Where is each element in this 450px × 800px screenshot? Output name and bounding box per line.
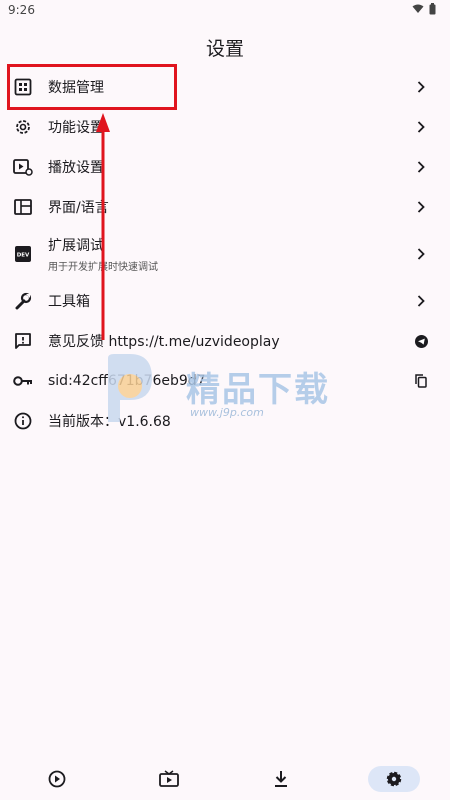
menu-item-playback-settings[interactable]: 播放设置: [0, 147, 450, 187]
menu-item-toolbox[interactable]: 工具箱: [0, 281, 450, 321]
svg-text:DEV: DEV: [17, 253, 30, 259]
copy-icon[interactable]: [414, 374, 428, 388]
chevron-right-icon: [414, 80, 428, 94]
grid-icon: [13, 77, 33, 97]
menu-item-feedback[interactable]: 意见反馈 https://t.me/uzvideoplay: [0, 321, 450, 361]
battery-icon: [429, 3, 436, 15]
chevron-right-icon: [414, 247, 428, 261]
play-circle-icon: [48, 770, 66, 788]
dev-icon: DEV: [13, 244, 33, 264]
gear-icon: [13, 117, 33, 137]
nav-download[interactable]: [255, 766, 307, 792]
menu-item-label: 扩展调试: [48, 238, 104, 254]
menu-item-data-management[interactable]: 数据管理: [0, 67, 450, 107]
layout-icon: [13, 197, 33, 217]
menu-item-label: 工具箱: [48, 294, 90, 310]
menu-item-label: 功能设置: [48, 120, 104, 136]
settings-menu: 数据管理 功能设置 播放设置 界面/语言 DEV 扩展调试 用于开发扩展时快速调…: [0, 67, 450, 441]
nav-tv[interactable]: [143, 766, 195, 792]
menu-item-label: 数据管理: [48, 80, 104, 96]
tv-icon: [159, 770, 179, 787]
settings-icon: [386, 771, 402, 787]
wrench-icon: [13, 291, 33, 311]
page-title: 设置: [205, 38, 244, 60]
menu-item-extension-debug[interactable]: DEV 扩展调试 用于开发扩展时快速调试: [0, 227, 450, 281]
menu-item-function-settings[interactable]: 功能设置: [0, 107, 450, 147]
telegram-icon[interactable]: [414, 334, 428, 348]
download-icon: [275, 771, 287, 787]
menu-item-label: 播放设置: [48, 160, 104, 176]
status-icons: [412, 3, 436, 15]
key-icon: [13, 371, 33, 391]
menu-item-label: 意见反馈 https://t.me/uzvideoplay: [48, 334, 280, 350]
play-settings-icon: [13, 157, 33, 177]
menu-item-sublabel: 用于开发扩展时快速调试: [48, 262, 158, 273]
menu-item-sid[interactable]: sid:42cff671b76eb9d7: [0, 361, 450, 401]
menu-item-version[interactable]: 当前版本：v1.6.68: [0, 401, 450, 441]
nav-play[interactable]: [31, 766, 83, 792]
menu-item-label: 界面/语言: [48, 200, 109, 216]
wifi-icon: [412, 4, 424, 13]
menu-item-interface-language[interactable]: 界面/语言: [0, 187, 450, 227]
feedback-icon: [13, 331, 33, 351]
chevron-right-icon: [414, 120, 428, 134]
chevron-right-icon: [414, 200, 428, 214]
menu-item-label: 当前版本：v1.6.68: [48, 414, 171, 430]
nav-settings[interactable]: [368, 766, 420, 792]
status-time: 9:26: [8, 3, 35, 17]
chevron-right-icon: [414, 160, 428, 174]
bottom-nav: [0, 756, 450, 800]
status-bar: 9:26: [0, 0, 450, 22]
chevron-right-icon: [414, 294, 428, 308]
info-icon: [13, 411, 33, 431]
menu-item-label: sid:42cff671b76eb9d7: [48, 373, 206, 389]
